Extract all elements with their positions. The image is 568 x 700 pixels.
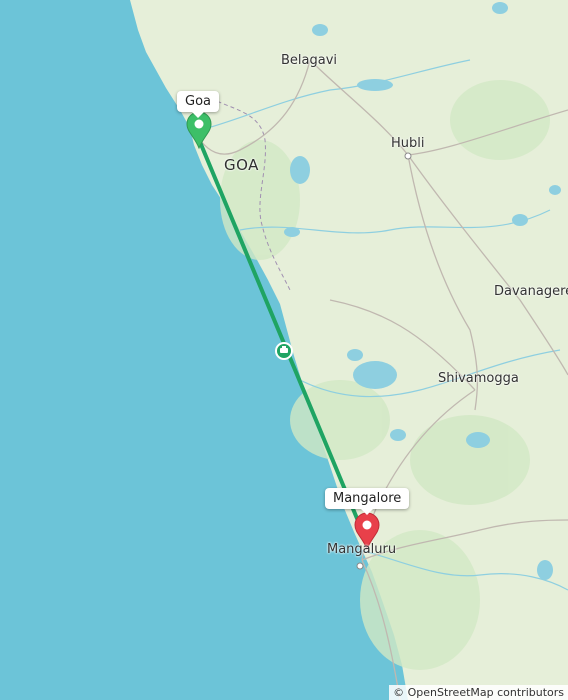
place-label-shivamogga: Shivamogga <box>438 371 519 386</box>
map-attribution[interactable]: © OpenStreetMap contributors <box>389 685 568 700</box>
place-label-mangaluru: Mangaluru <box>327 542 397 557</box>
place-label-davanagere: Davanagere <box>494 284 568 299</box>
origin-callout[interactable]: Goa <box>177 91 219 118</box>
ferry-icon <box>275 342 293 360</box>
destination-callout[interactable]: Mangalore <box>325 488 410 515</box>
place-label-belagavi: Belagavi <box>281 53 338 68</box>
place-label-goa-region: GOA <box>224 156 259 174</box>
place-label-hubli: Hubli <box>391 136 425 151</box>
map-canvas[interactable] <box>0 0 568 700</box>
